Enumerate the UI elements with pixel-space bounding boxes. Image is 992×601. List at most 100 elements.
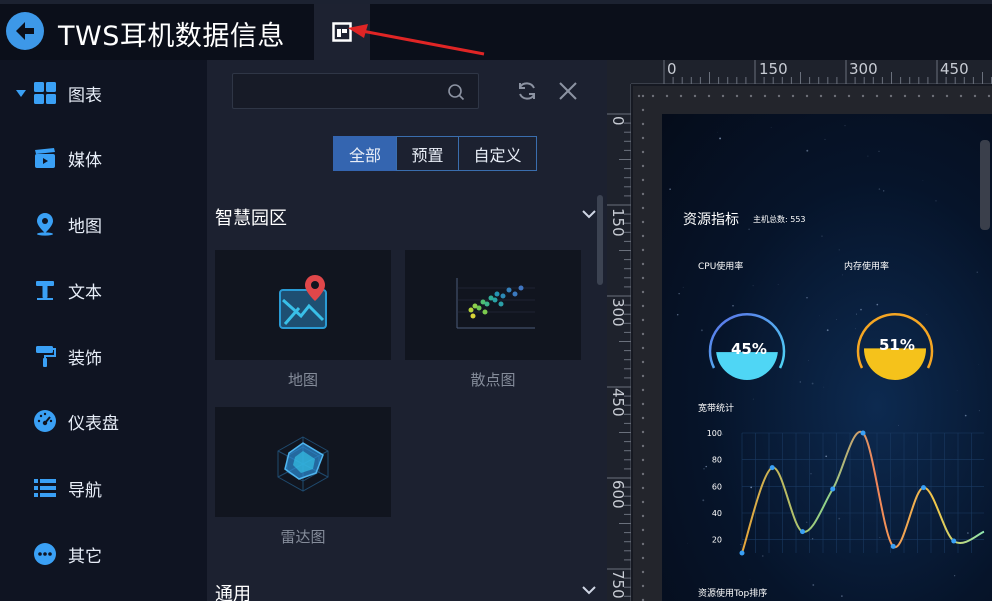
bandwidth-line-chart: 20 40 60 80 100 [707, 429, 985, 556]
ruler-label: 450 [940, 60, 969, 78]
grid-dot [641, 458, 645, 462]
sidebar-item-other[interactable]: 其它 [0, 529, 207, 579]
sidebar-item-dashboard[interactable]: 仪表盘 [0, 396, 207, 446]
search-input[interactable] [233, 74, 443, 108]
memory-label: 内存使用率 [844, 262, 890, 272]
ruler-label: 450 [609, 388, 627, 417]
sidebar-item-charts[interactable]: 图表 [0, 68, 207, 118]
back-button[interactable] [6, 12, 44, 50]
data-point [860, 430, 866, 436]
grid-dot [641, 500, 645, 504]
grid-dot [959, 94, 963, 98]
grid-dot [641, 150, 645, 154]
grid-dot [819, 94, 823, 98]
sidebar-item-label: 图表 [68, 85, 102, 106]
refresh-icon[interactable] [516, 80, 538, 102]
ruler-label: 600 [609, 480, 627, 509]
grid-dot [641, 346, 645, 350]
clapper-icon [33, 146, 57, 170]
section-header-smart-park[interactable]: 智慧园区 [215, 200, 597, 230]
bandwidth-title: 宽带统计 [698, 404, 735, 414]
data-point [739, 550, 745, 556]
grid-dot [641, 332, 645, 336]
ruler-label: 300 [849, 60, 878, 78]
grid-dot [875, 94, 879, 98]
tab-label: 自定义 [473, 145, 522, 165]
sidebar-item-label: 媒体 [68, 150, 102, 171]
star [752, 398, 754, 400]
component-card-radar[interactable] [215, 407, 391, 517]
app-header: TWS耳机数据信息 [0, 0, 992, 60]
star [770, 127, 772, 128]
component-card-map[interactable] [215, 250, 391, 360]
star [719, 137, 722, 140]
star [978, 410, 980, 412]
page-title: TWS耳机数据信息 [58, 21, 285, 52]
grid-icon [33, 81, 57, 105]
bandwidth-series-line [741, 430, 985, 554]
memory-value: 51% [879, 336, 915, 354]
text-icon [33, 278, 57, 302]
data-point [921, 485, 926, 491]
close-icon[interactable] [557, 80, 579, 102]
grid-dot [735, 94, 739, 98]
sidebar-item-label: 地图 [68, 216, 102, 237]
grid-dot [903, 94, 907, 98]
data-point [769, 465, 775, 471]
grid-dot [777, 94, 781, 98]
sidebar-item-decoration[interactable]: 装饰 [0, 331, 207, 381]
section-title: 智慧园区 [215, 208, 287, 229]
grid-dot [641, 290, 645, 294]
filter-tabs: 全部 预置 自定义 [333, 136, 537, 171]
tab-custom[interactable]: 自定义 [458, 136, 537, 171]
grid-dot [641, 234, 645, 238]
star [824, 138, 826, 140]
sidebar-item-text[interactable]: 文本 [0, 265, 207, 315]
ruler-label: 150 [759, 60, 788, 78]
star [867, 155, 869, 157]
expand-caret-icon [16, 89, 26, 97]
component-card-scatter[interactable] [405, 250, 581, 360]
grid-dot [641, 318, 645, 322]
cpu-value: 45% [731, 340, 767, 358]
star [717, 131, 718, 133]
card-label: 散点图 [470, 371, 516, 389]
grid-dot [641, 220, 645, 224]
star [678, 293, 680, 295]
sidebar-item-navigation[interactable]: 导航 [0, 463, 207, 513]
scatter-chart-icon [456, 278, 535, 329]
sidebar-item-label: 装饰 [68, 348, 102, 369]
grid-dot [641, 584, 645, 588]
grid-dot [641, 444, 645, 448]
sidebar-item-label: 导航 [68, 480, 102, 501]
grid-dot [641, 528, 645, 532]
design-canvas: 0 150 300 450 0 150 300 450 600 750 资源指标… [607, 60, 992, 601]
section-header-general[interactable]: 通用 [215, 576, 597, 601]
data-point [830, 486, 836, 492]
data-point [951, 538, 957, 544]
tab-all[interactable]: 全部 [333, 136, 397, 171]
star [823, 386, 825, 388]
dashboard-preview[interactable]: 资源指标 主机总数: 553 CPU使用率 内存使用率 45% 51% 宽带统计… [662, 114, 992, 601]
star [799, 381, 802, 383]
ruler-label: 150 [609, 208, 627, 237]
tab-preset[interactable]: 预置 [396, 136, 459, 171]
search-box [232, 73, 479, 109]
search-icon[interactable] [446, 82, 466, 102]
panel-scrollbar[interactable] [597, 195, 603, 285]
star [878, 150, 880, 152]
sidebar-item-media[interactable]: 媒体 [0, 133, 207, 183]
chevron-down-icon [582, 210, 596, 219]
star [841, 595, 843, 597]
canvas-scrollbar[interactable] [980, 140, 990, 230]
tab-label: 全部 [348, 145, 381, 165]
y-tick-label: 60 [712, 482, 722, 491]
vertical-ruler: 0 150 300 450 600 750 [607, 84, 631, 601]
grid-dot [651, 94, 655, 98]
sidebar-item-map[interactable]: 地图 [0, 199, 207, 249]
grid-dot [847, 94, 851, 98]
grid-dot [641, 276, 645, 280]
sidebar-item-label: 文本 [68, 282, 102, 303]
component-panel: 全部 预置 自定义 智慧园区 地图 散点图 雷达图 通用 [207, 60, 607, 601]
grid-dot [833, 94, 837, 98]
